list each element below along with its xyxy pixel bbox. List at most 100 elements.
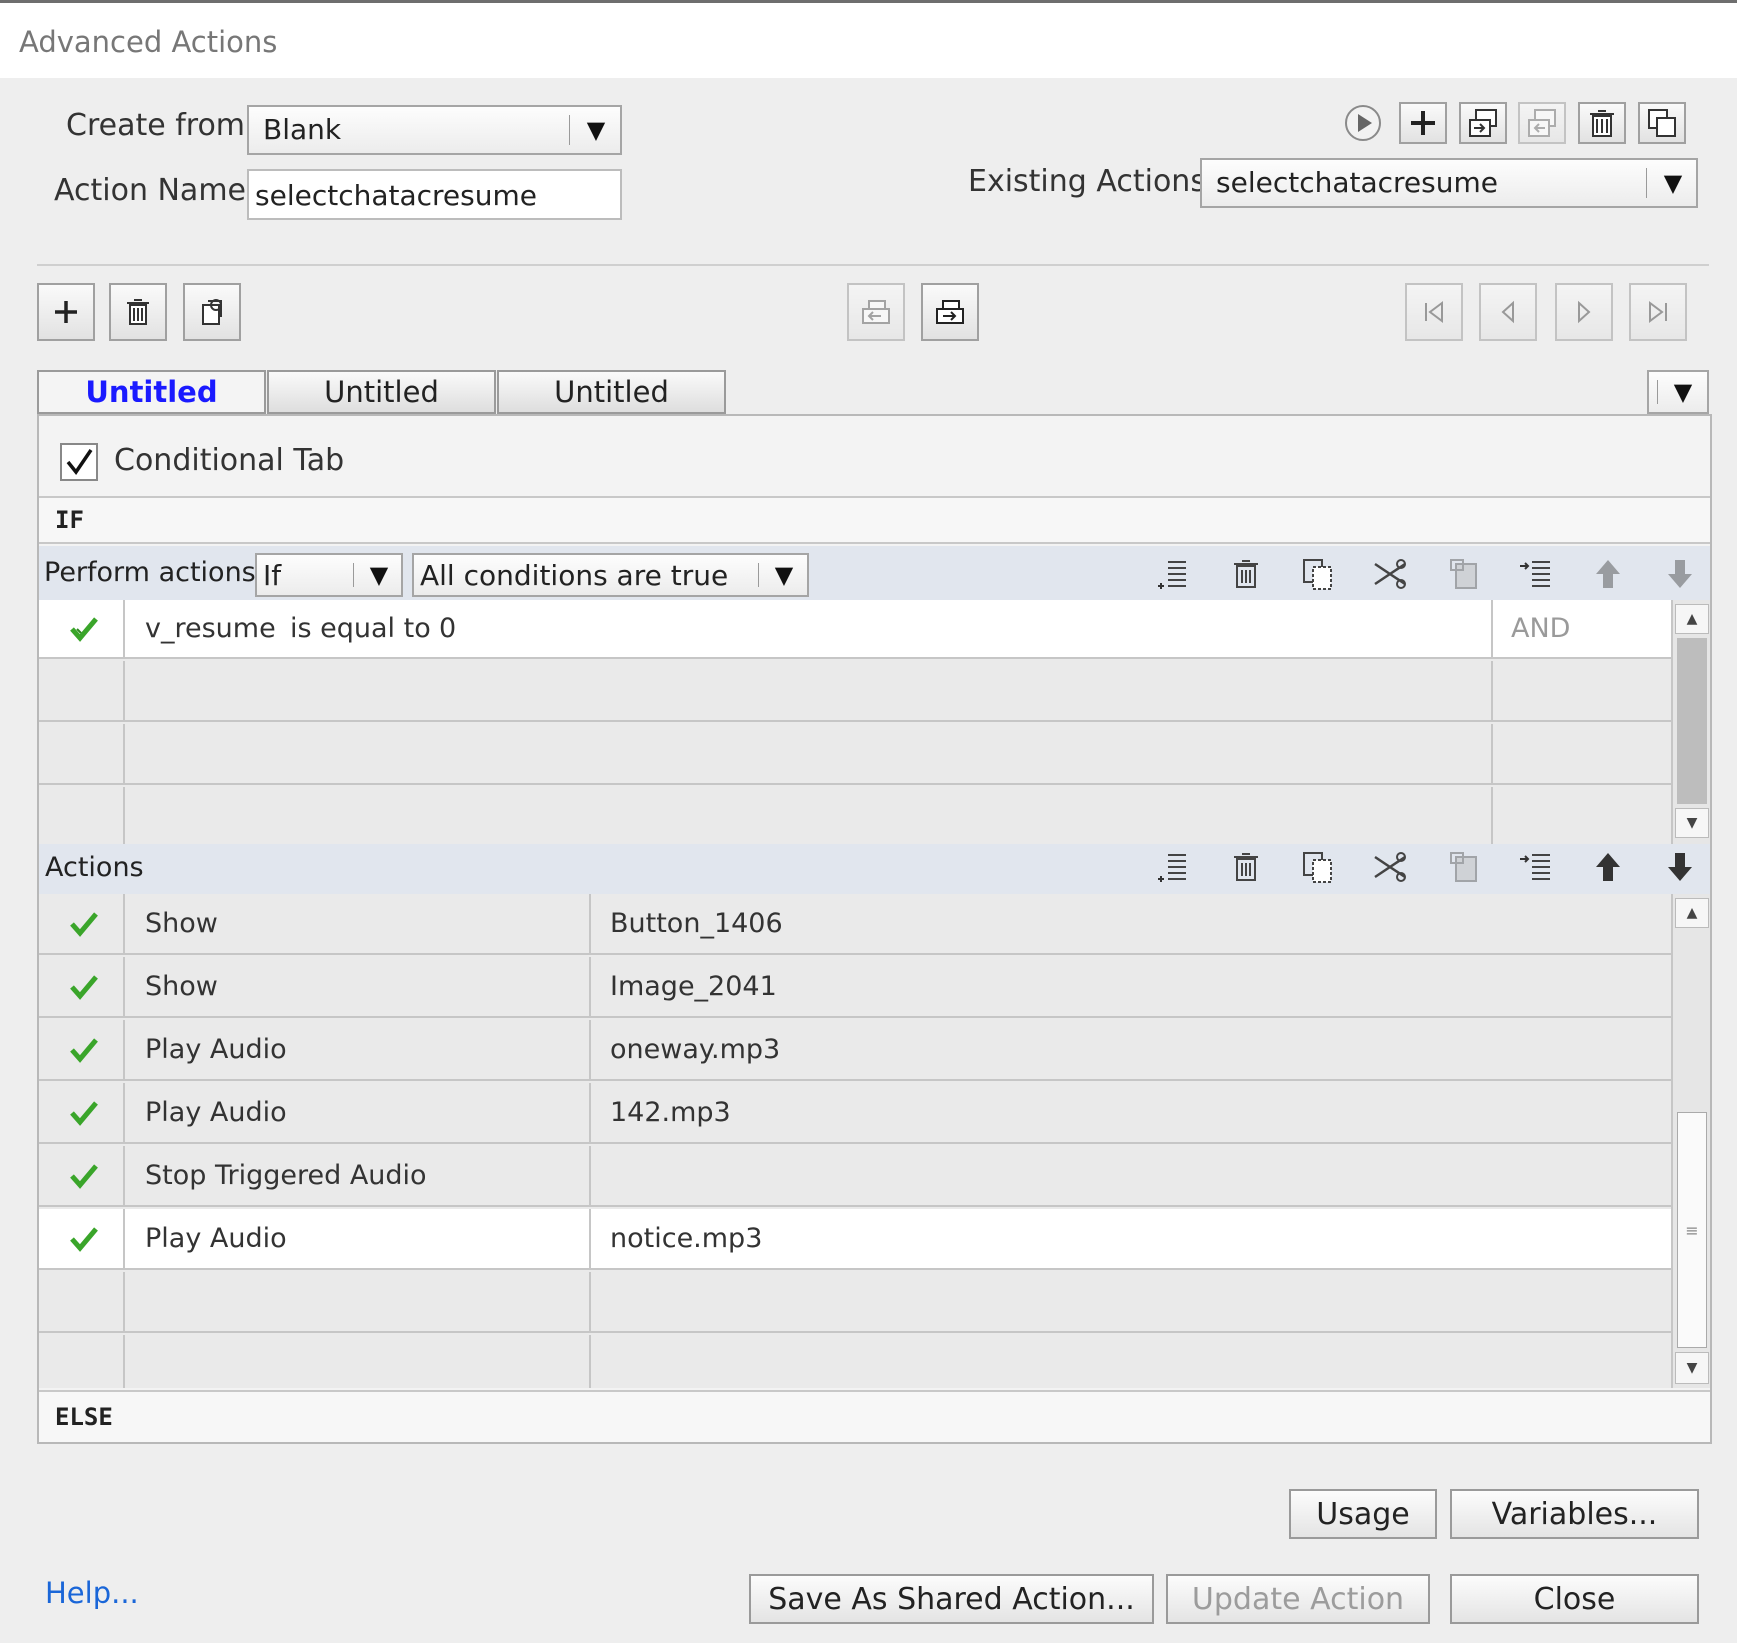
insert-action-icon[interactable]	[1154, 849, 1190, 889]
action-row[interactable]: Play Audio oneway.mp3	[39, 1020, 1671, 1081]
insert-below-action-icon[interactable]	[1518, 849, 1554, 889]
action-row[interactable]: Show Button_1406	[39, 894, 1671, 955]
move-decision-left-button[interactable]	[847, 283, 905, 341]
action-name: Show	[145, 908, 218, 939]
paste-condition-icon[interactable]	[1446, 556, 1482, 596]
export-icon	[1528, 109, 1556, 137]
action-row[interactable]: Stop Triggered Audio	[39, 1146, 1671, 1207]
delete-action-button[interactable]	[1578, 102, 1626, 144]
action-row-empty[interactable]	[39, 1272, 1671, 1333]
delete-condition-icon[interactable]	[1228, 556, 1264, 596]
cut-action-icon[interactable]	[1372, 849, 1408, 889]
move-decision-right-button[interactable]	[921, 283, 979, 341]
first-icon	[1425, 301, 1443, 323]
condition-row-empty[interactable]	[39, 787, 1671, 844]
move-up-condition-icon[interactable]	[1590, 556, 1626, 596]
delete-action-icon[interactable]	[1228, 849, 1264, 889]
existing-actions-label: Existing Actions:	[968, 164, 1217, 199]
tab-untitled-1[interactable]: Untitled	[37, 370, 266, 414]
clone-icon	[202, 299, 222, 325]
action-row[interactable]: Show Image_2041	[39, 957, 1671, 1018]
scroll-down-icon[interactable]: ▼	[1675, 1352, 1709, 1384]
import-icon	[1469, 109, 1497, 137]
conditions-mode-value: All conditions are true	[420, 559, 729, 592]
action-row-selected[interactable]: Play Audio notice.mp3	[39, 1209, 1671, 1270]
scroll-down-icon[interactable]: ▼	[1675, 808, 1709, 838]
check-icon	[69, 894, 99, 953]
action-target: oneway.mp3	[610, 1034, 781, 1065]
actions-scrollbar[interactable]: ▲ ≡ ▼	[1671, 894, 1710, 1388]
previous-decision-button[interactable]	[1479, 283, 1537, 341]
scroll-thumb[interactable]	[1677, 638, 1707, 804]
condition-row[interactable]: v_resume is equal to 0 AND	[39, 600, 1671, 659]
last-decision-button[interactable]	[1629, 283, 1687, 341]
action-name: Stop Triggered Audio	[145, 1160, 427, 1191]
help-link[interactable]: Help...	[45, 1576, 139, 1610]
tabs-overflow-dropdown[interactable]: ▼	[1647, 370, 1709, 414]
paste-action-icon[interactable]	[1446, 849, 1482, 889]
plus-icon	[55, 301, 77, 323]
existing-actions-dropdown[interactable]: selectchatacresume ▼	[1200, 158, 1698, 208]
perform-type-dropdown[interactable]: If ▼	[255, 553, 403, 597]
action-row[interactable]: Play Audio 142.mp3	[39, 1083, 1671, 1144]
action-name-value: selectchatacresume	[255, 179, 537, 212]
check-icon	[69, 1020, 99, 1079]
condition-row-empty[interactable]	[39, 724, 1671, 785]
insert-below-condition-icon[interactable]	[1518, 556, 1554, 596]
move-right-icon	[936, 300, 964, 324]
create-from-label: Create from:	[66, 108, 256, 143]
copy-condition-icon[interactable]	[1300, 556, 1336, 596]
duplicate-decision-button[interactable]	[183, 283, 241, 341]
condition-row-empty[interactable]	[39, 661, 1671, 722]
actions-grid: Show Button_1406 Show Image_2041 Play Au…	[39, 894, 1671, 1388]
add-decision-button[interactable]	[37, 283, 95, 341]
export-action-button[interactable]	[1518, 102, 1566, 144]
conditions-scrollbar[interactable]: ▲ ▼	[1671, 600, 1710, 844]
copy-action-icon[interactable]	[1300, 849, 1336, 889]
update-action-button[interactable]: Update Action	[1166, 1574, 1430, 1624]
chevron-down-icon: ▼	[369, 561, 389, 589]
new-action-button[interactable]	[1399, 102, 1447, 144]
scroll-thumb[interactable]: ≡	[1677, 1112, 1707, 1348]
move-down-action-icon[interactable]	[1662, 849, 1698, 889]
next-decision-button[interactable]	[1555, 283, 1613, 341]
first-decision-button[interactable]	[1405, 283, 1463, 341]
conditional-tab-checkbox[interactable]	[60, 443, 98, 481]
create-from-dropdown[interactable]: Blank ▼	[247, 105, 622, 155]
action-target: Image_2041	[610, 971, 777, 1002]
check-icon	[69, 957, 99, 1016]
move-down-condition-icon[interactable]	[1662, 556, 1698, 596]
scroll-up-icon[interactable]: ▲	[1675, 604, 1709, 634]
preview-play-icon[interactable]	[1342, 102, 1384, 144]
usage-button[interactable]: Usage	[1289, 1489, 1437, 1539]
cut-condition-icon[interactable]	[1372, 556, 1408, 596]
duplicate-icon	[1648, 109, 1676, 137]
save-shared-action-button[interactable]: Save As Shared Action...	[749, 1574, 1154, 1624]
move-up-action-icon[interactable]	[1590, 849, 1626, 889]
conditional-tab-label: Conditional Tab	[114, 443, 345, 478]
import-action-button[interactable]	[1459, 102, 1507, 144]
chevron-down-icon: ▼	[1663, 169, 1683, 197]
condition-variable: v_resume	[145, 613, 276, 644]
perform-actions-label: Perform actions:	[44, 557, 265, 588]
move-left-icon	[862, 300, 890, 324]
duplicate-action-button[interactable]	[1638, 102, 1686, 144]
chevron-down-icon: ▼	[1673, 378, 1693, 406]
check-icon	[69, 1209, 99, 1268]
insert-condition-icon[interactable]	[1154, 556, 1190, 596]
action-name-input[interactable]: selectchatacresume	[247, 169, 622, 220]
create-from-value: Blank	[263, 113, 342, 146]
delete-decision-button[interactable]	[109, 283, 167, 341]
scroll-up-icon[interactable]: ▲	[1675, 898, 1709, 928]
variables-button[interactable]: Variables...	[1450, 1489, 1699, 1539]
chevron-down-icon: ▼	[774, 561, 794, 589]
else-section-header[interactable]: ELSE	[39, 1390, 1710, 1442]
conditions-mode-dropdown[interactable]: All conditions are true ▼	[412, 553, 809, 597]
tab-untitled-2[interactable]: Untitled	[267, 370, 496, 414]
close-button[interactable]: Close	[1450, 1574, 1699, 1624]
action-target: 142.mp3	[610, 1097, 731, 1128]
tab-untitled-3[interactable]: Untitled	[497, 370, 726, 414]
action-row-empty[interactable]	[39, 1335, 1671, 1388]
check-icon	[69, 600, 99, 657]
condition-operator: is equal to	[290, 613, 431, 644]
